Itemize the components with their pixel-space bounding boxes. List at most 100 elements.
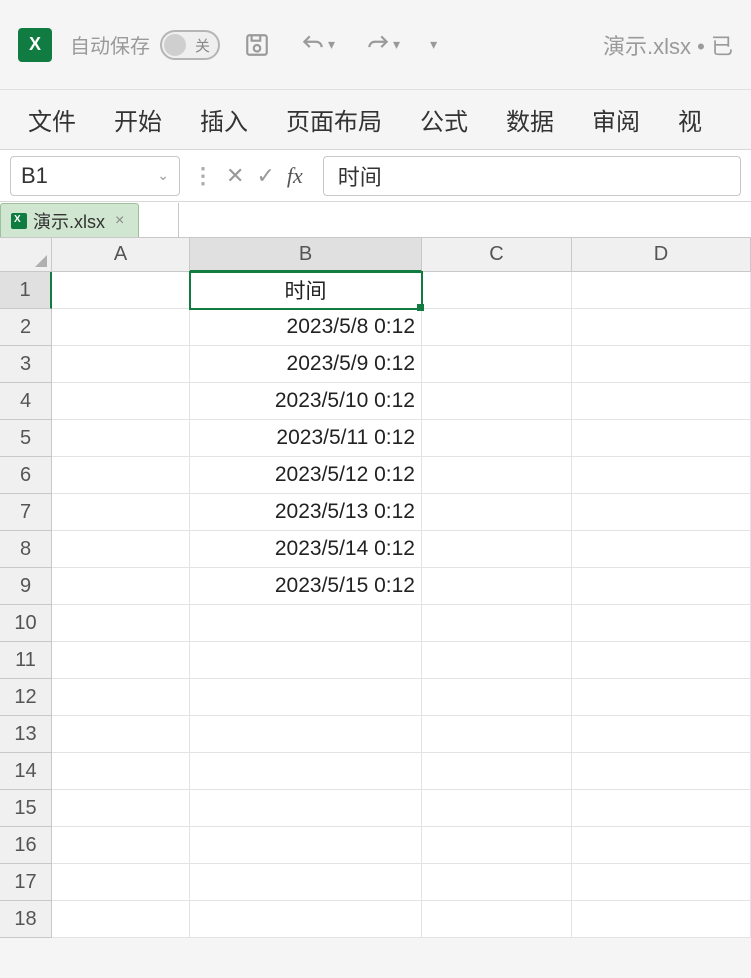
cell-C4[interactable]: [422, 383, 572, 420]
cell-B1[interactable]: 时间: [190, 272, 422, 309]
cell-C13[interactable]: [422, 716, 572, 753]
cell-B12[interactable]: [190, 679, 422, 716]
cell-D1[interactable]: [572, 272, 751, 309]
cell-A5[interactable]: [52, 420, 190, 457]
cell-B15[interactable]: [190, 790, 422, 827]
cell-B18[interactable]: [190, 901, 422, 938]
cell-B11[interactable]: [190, 642, 422, 679]
tab-view[interactable]: 视: [678, 102, 702, 137]
close-icon[interactable]: ×: [115, 212, 124, 230]
cell-B17[interactable]: [190, 864, 422, 901]
cell-C3[interactable]: [422, 346, 572, 383]
row-header-10[interactable]: 10: [0, 605, 52, 642]
tab-review[interactable]: 审阅: [592, 102, 640, 137]
cell-D17[interactable]: [572, 864, 751, 901]
redo-button[interactable]: ▾: [359, 28, 406, 62]
row-header-4[interactable]: 4: [0, 383, 52, 420]
cell-D15[interactable]: [572, 790, 751, 827]
row-header-7[interactable]: 7: [0, 494, 52, 531]
name-box[interactable]: B1 ⌄: [10, 156, 180, 196]
cell-A10[interactable]: [52, 605, 190, 642]
fx-icon[interactable]: fx: [287, 163, 303, 189]
tab-page-layout[interactable]: 页面布局: [286, 102, 382, 137]
quick-access-more[interactable]: ▾: [424, 32, 443, 57]
row-header-1[interactable]: 1: [0, 272, 52, 309]
cell-A9[interactable]: [52, 568, 190, 605]
row-header-5[interactable]: 5: [0, 420, 52, 457]
cell-C6[interactable]: [422, 457, 572, 494]
cell-C7[interactable]: [422, 494, 572, 531]
cell-A18[interactable]: [52, 901, 190, 938]
cell-B7[interactable]: 2023/5/13 0:12: [190, 494, 422, 531]
cell-A1[interactable]: [52, 272, 190, 309]
tab-insert[interactable]: 插入: [200, 102, 248, 137]
confirm-icon[interactable]: ✓: [256, 163, 274, 189]
cell-C14[interactable]: [422, 753, 572, 790]
undo-button[interactable]: ▾: [294, 28, 341, 62]
column-header-A[interactable]: A: [52, 238, 190, 272]
cell-A7[interactable]: [52, 494, 190, 531]
cell-D13[interactable]: [572, 716, 751, 753]
cell-A14[interactable]: [52, 753, 190, 790]
cell-B16[interactable]: [190, 827, 422, 864]
cell-A13[interactable]: [52, 716, 190, 753]
row-header-13[interactable]: 13: [0, 716, 52, 753]
row-header-3[interactable]: 3: [0, 346, 52, 383]
row-header-18[interactable]: 18: [0, 901, 52, 938]
cell-B6[interactable]: 2023/5/12 0:12: [190, 457, 422, 494]
cell-A16[interactable]: [52, 827, 190, 864]
save-icon[interactable]: [238, 28, 276, 62]
cell-A11[interactable]: [52, 642, 190, 679]
cell-C10[interactable]: [422, 605, 572, 642]
row-header-9[interactable]: 9: [0, 568, 52, 605]
cell-C2[interactable]: [422, 309, 572, 346]
cell-A17[interactable]: [52, 864, 190, 901]
cell-B4[interactable]: 2023/5/10 0:12: [190, 383, 422, 420]
autosave-control[interactable]: 自动保存 关: [70, 30, 220, 60]
cell-C1[interactable]: [422, 272, 572, 309]
cancel-icon[interactable]: ✕: [226, 163, 244, 189]
cell-C11[interactable]: [422, 642, 572, 679]
cell-B2[interactable]: 2023/5/8 0:12: [190, 309, 422, 346]
column-header-C[interactable]: C: [422, 238, 572, 272]
cell-B5[interactable]: 2023/5/11 0:12: [190, 420, 422, 457]
row-header-12[interactable]: 12: [0, 679, 52, 716]
cell-D3[interactable]: [572, 346, 751, 383]
cell-B14[interactable]: [190, 753, 422, 790]
cell-A6[interactable]: [52, 457, 190, 494]
cell-C17[interactable]: [422, 864, 572, 901]
cell-D10[interactable]: [572, 605, 751, 642]
cell-A8[interactable]: [52, 531, 190, 568]
select-all-corner[interactable]: [0, 238, 52, 272]
cell-D9[interactable]: [572, 568, 751, 605]
row-header-2[interactable]: 2: [0, 309, 52, 346]
cell-D2[interactable]: [572, 309, 751, 346]
row-header-11[interactable]: 11: [0, 642, 52, 679]
cell-C16[interactable]: [422, 827, 572, 864]
cell-C15[interactable]: [422, 790, 572, 827]
cell-C5[interactable]: [422, 420, 572, 457]
tab-formulas[interactable]: 公式: [420, 102, 468, 137]
row-header-14[interactable]: 14: [0, 753, 52, 790]
cell-D14[interactable]: [572, 753, 751, 790]
column-header-D[interactable]: D: [572, 238, 751, 272]
cell-D8[interactable]: [572, 531, 751, 568]
cell-B13[interactable]: [190, 716, 422, 753]
tab-data[interactable]: 数据: [506, 102, 554, 137]
cell-C12[interactable]: [422, 679, 572, 716]
chevron-down-icon[interactable]: ⌄: [157, 167, 169, 184]
row-header-8[interactable]: 8: [0, 531, 52, 568]
cell-D18[interactable]: [572, 901, 751, 938]
cell-B8[interactable]: 2023/5/14 0:12: [190, 531, 422, 568]
cell-D11[interactable]: [572, 642, 751, 679]
cell-D4[interactable]: [572, 383, 751, 420]
cell-B10[interactable]: [190, 605, 422, 642]
tab-file[interactable]: 文件: [28, 102, 76, 137]
cell-C18[interactable]: [422, 901, 572, 938]
cell-B3[interactable]: 2023/5/9 0:12: [190, 346, 422, 383]
cell-A15[interactable]: [52, 790, 190, 827]
cell-B9[interactable]: 2023/5/15 0:12: [190, 568, 422, 605]
cell-D7[interactable]: [572, 494, 751, 531]
cell-A12[interactable]: [52, 679, 190, 716]
cell-D5[interactable]: [572, 420, 751, 457]
